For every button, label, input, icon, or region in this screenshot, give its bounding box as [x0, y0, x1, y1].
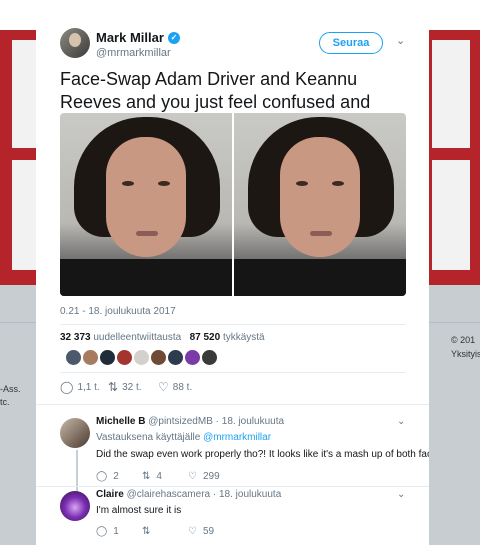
verified-badge-icon: ✓	[167, 31, 180, 44]
retweet-icon[interactable]: ⇅	[142, 471, 150, 482]
retweet-action[interactable]: ⇅ 32 t.	[108, 380, 142, 394]
reply-icon[interactable]: ◯	[96, 471, 107, 482]
reply-count: 1,1 t.	[77, 381, 100, 393]
reply-author-name[interactable]: Michelle B	[96, 416, 145, 427]
reply-date[interactable]: · 18. joulukuuta	[216, 416, 284, 427]
tweet-modal: Mark Millar ✓ @mrmarkmillar Seuraa ⌄ Fac…	[36, 10, 429, 545]
section-divider	[36, 486, 429, 487]
reply-context: Vastauksena käyttäjälle @mrmarkmillar	[96, 432, 272, 443]
heart-icon[interactable]: ♡	[158, 380, 169, 394]
retweet-icon[interactable]: ⇅	[108, 380, 118, 394]
liker-avatar[interactable]	[134, 350, 149, 365]
reply-to-link[interactable]: @mrmarkmillar	[203, 432, 271, 443]
reply-actions: ◯ 2 ⇅ 4 ♡ 299	[96, 471, 248, 482]
media-photo-left[interactable]	[60, 113, 232, 296]
reply-date[interactable]: · 18. joulukuuta	[213, 489, 281, 500]
follow-button[interactable]: Seuraa	[319, 32, 383, 54]
divider	[60, 324, 406, 325]
like-count[interactable]: 87 520	[190, 332, 221, 343]
reply-like-action[interactable]: ♡ 299	[188, 471, 248, 482]
reply-reply-action[interactable]: ◯ 1	[96, 526, 142, 537]
liker-avatar[interactable]	[117, 350, 132, 365]
tweet-timestamp[interactable]: 0.21 - 18. joulukuuta 2017	[60, 306, 176, 317]
liker-avatar[interactable]	[168, 350, 183, 365]
reply-retweet-action[interactable]: ⇅ 4	[142, 471, 188, 482]
author-name[interactable]: Mark Millar	[96, 30, 164, 45]
reply-author-handle[interactable]: @pintsizedMB	[148, 416, 213, 427]
backdrop-footer-text: © 201 Yksityisy	[451, 335, 480, 359]
like-action-count: 88 t.	[172, 381, 193, 393]
author-handle[interactable]: @mrmarkmillar	[96, 47, 171, 59]
author-avatar[interactable]	[60, 28, 90, 58]
reply-icon[interactable]: ◯	[60, 380, 73, 394]
section-divider	[36, 404, 429, 405]
tweet-header: Mark Millar ✓ @mrmarkmillar Seuraa ⌄	[60, 28, 416, 64]
like-action[interactable]: ♡ 88 t.	[158, 380, 192, 394]
chevron-down-icon[interactable]: ⌄	[396, 35, 408, 47]
reply-action[interactable]: ◯ 1,1 t.	[60, 380, 100, 394]
like-count-label[interactable]: tykkäystä	[223, 332, 265, 343]
reply-retweet-action[interactable]: ⇅	[142, 526, 188, 537]
reply-header: Michelle B @pintsizedMB · 18. joulukuuta	[96, 416, 284, 427]
liker-avatar[interactable]	[202, 350, 217, 365]
retweet-count[interactable]: 32 373	[60, 332, 91, 343]
chevron-down-icon[interactable]: ⌄	[397, 416, 405, 427]
reply-header: Claire @clairehascamera · 18. joulukuuta	[96, 489, 281, 500]
reply-text: I'm almost sure it is	[96, 505, 182, 516]
reply-author-handle[interactable]: @clairehascamera	[127, 489, 211, 500]
heart-icon[interactable]: ♡	[188, 471, 197, 482]
liker-avatar[interactable]	[185, 350, 200, 365]
reply-icon[interactable]: ◯	[96, 526, 107, 537]
heart-icon[interactable]: ♡	[188, 526, 197, 537]
backdrop-left-text: -Ass. tc.	[0, 384, 21, 407]
divider	[60, 372, 406, 373]
liker-avatar[interactable]	[100, 350, 115, 365]
reply-author-name[interactable]: Claire	[96, 489, 124, 500]
reply-like-action[interactable]: ♡ 59	[188, 526, 248, 537]
liker-avatar[interactable]	[66, 350, 81, 365]
reply-avatar[interactable]	[60, 491, 90, 521]
liker-avatar[interactable]	[83, 350, 98, 365]
likers-avatars	[66, 350, 217, 365]
reply-text: Did the swap even work properly tho?! It…	[96, 449, 429, 460]
reply-actions: ◯ 1 ⇅ ♡ 59	[96, 526, 248, 537]
tweet-stats: 32 373 uudelleentwiittausta 87 520 tykkä…	[60, 332, 265, 343]
retweet-action-count: 32 t.	[122, 381, 142, 393]
liker-avatar[interactable]	[151, 350, 166, 365]
banner-letter-right	[432, 40, 470, 270]
retweet-count-label[interactable]: uudelleentwiittausta	[93, 332, 181, 343]
retweet-icon[interactable]: ⇅	[142, 526, 150, 537]
author-name-row[interactable]: Mark Millar ✓	[96, 30, 180, 45]
media-photo-right[interactable]	[234, 113, 406, 296]
reply-avatar[interactable]	[60, 418, 90, 448]
chevron-down-icon[interactable]: ⌄	[397, 489, 405, 500]
tweet-media[interactable]	[60, 113, 406, 296]
reply-reply-action[interactable]: ◯ 2	[96, 471, 142, 482]
